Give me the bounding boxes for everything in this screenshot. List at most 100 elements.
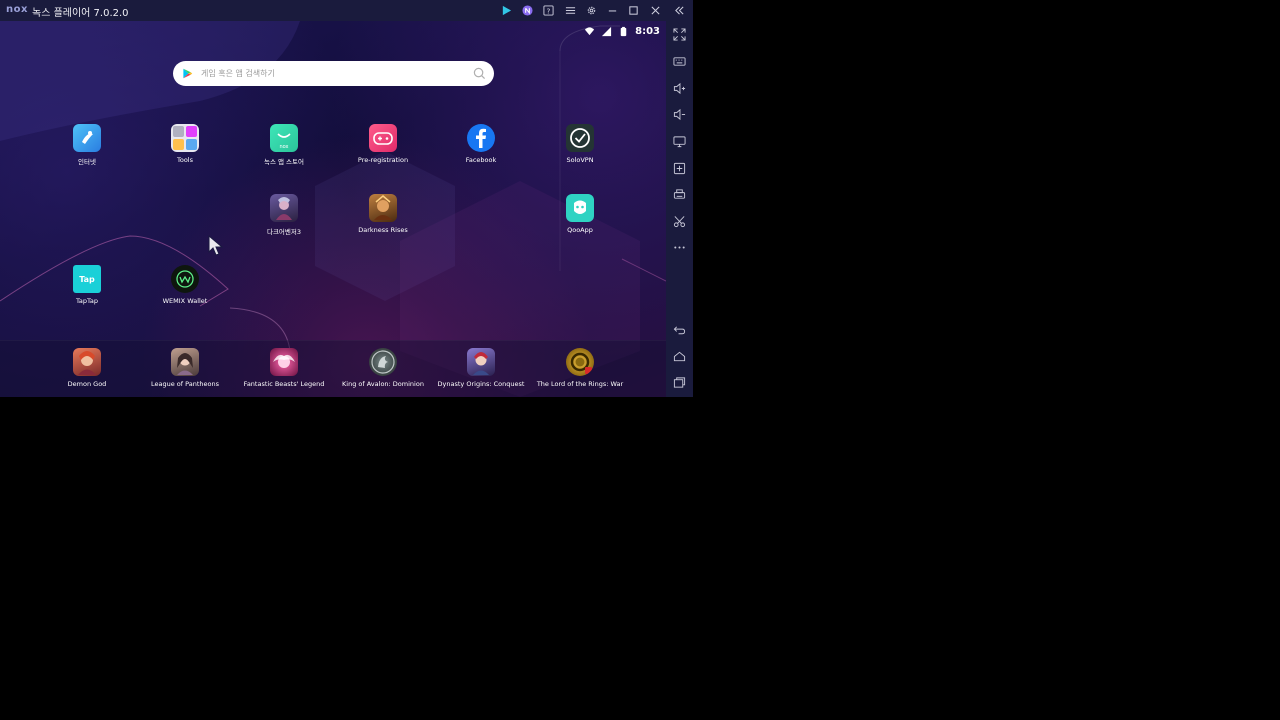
- help-button[interactable]: ?: [541, 3, 555, 17]
- home-button[interactable]: [672, 349, 687, 364]
- back-arrow-icon: [673, 326, 686, 335]
- volume-down-button[interactable]: [672, 107, 687, 122]
- google-play-icon: [183, 68, 193, 79]
- install-button[interactable]: [672, 187, 687, 202]
- app-tools[interactable]: Tools: [137, 124, 233, 174]
- emulator-sidebar: [666, 21, 693, 397]
- close-icon: [650, 5, 660, 15]
- nox-player-window: nox 녹스 플레이어 7.0.2.0 ? 8:03 게임 혹은 앱 검색하기 …: [0, 0, 693, 397]
- king-of-avalon-icon: [369, 348, 397, 376]
- close-button[interactable]: [648, 3, 662, 17]
- add-apk-button[interactable]: [672, 161, 687, 176]
- printer-icon: [673, 189, 686, 199]
- app-label: Pre-registration: [357, 156, 409, 164]
- window-title: 녹스 플레이어 7.0.2.0: [32, 8, 129, 19]
- app-label: QooApp: [567, 226, 593, 234]
- clock: 8:03: [635, 25, 660, 37]
- app-label: 녹스 앱 스토어: [263, 158, 304, 166]
- battery-icon: [620, 26, 627, 36]
- maximize-button[interactable]: [626, 3, 640, 17]
- volume-down-icon: [673, 108, 686, 121]
- minimize-button[interactable]: [605, 3, 619, 17]
- app-dynasty-origins[interactable]: Dynasty Origins: Conquest: [433, 348, 529, 397]
- monitor-icon: [673, 136, 686, 148]
- android-home-screen[interactable]: 8:03 인터넷 Tools: [0, 21, 666, 397]
- collapse-sidebar-button[interactable]: [672, 3, 686, 17]
- app-demon-god[interactable]: Demon God: [39, 348, 135, 397]
- svg-text:?: ?: [546, 6, 550, 15]
- app-lord-of-the-rings-war[interactable]: The Lord of the Rings: War: [532, 348, 628, 397]
- help-icon: ?: [542, 4, 554, 16]
- app-label: Demon God: [67, 380, 107, 388]
- demon-god-icon: [73, 348, 101, 376]
- fullscreen-button[interactable]: [672, 27, 687, 42]
- app-qooapp[interactable]: QooApp: [532, 194, 628, 244]
- app-taptap[interactable]: Tap TapTap: [39, 265, 135, 315]
- settings-button[interactable]: [584, 3, 598, 17]
- league-of-pantheons-icon: [171, 348, 199, 376]
- fullscreen-icon: [673, 28, 686, 41]
- lord-of-the-rings-icon: [566, 348, 594, 376]
- screen-display-button[interactable]: [672, 134, 687, 149]
- minimize-icon: [608, 9, 616, 11]
- svg-text:nox: nox: [279, 144, 288, 150]
- app-label: Tools: [176, 156, 193, 164]
- gamepad-icon: [369, 124, 397, 152]
- wifi-icon: [585, 26, 595, 35]
- mouse-cursor-icon: [208, 235, 224, 256]
- maximize-icon: [628, 5, 638, 15]
- menu-icon: [565, 6, 575, 14]
- app-dark-avenger-3[interactable]: 다크어벤저3: [236, 194, 332, 244]
- search-icon[interactable]: [473, 67, 486, 80]
- app-label: Facebook: [465, 156, 497, 164]
- fantastic-beasts-legend-icon: [270, 348, 298, 376]
- nox-app-store-icon: nox: [270, 124, 298, 152]
- app-pre-registration[interactable]: Pre-registration: [335, 124, 431, 174]
- app-label: The Lord of the Rings: War: [536, 380, 624, 388]
- search-input[interactable]: [201, 65, 451, 81]
- recent-apps-button[interactable]: [672, 375, 687, 390]
- app-king-of-avalon[interactable]: King of Avalon: Dominion: [335, 348, 431, 397]
- app-dock: Demon God League of Pantheons Fantastic …: [0, 340, 666, 397]
- app-facebook[interactable]: Facebook: [433, 124, 529, 174]
- double-chevron-left-icon: [674, 5, 684, 15]
- app-label: WEMIX Wallet: [162, 297, 208, 305]
- app-label: Darkness Rises: [358, 226, 408, 234]
- app-nox-app-store[interactable]: nox 녹스 앱 스토어: [236, 124, 332, 174]
- app-fantastic-beasts-legend[interactable]: Fantastic Beasts' Legend: [236, 348, 332, 397]
- app-wemix-wallet[interactable]: WEMIX Wallet: [137, 265, 233, 315]
- screenshot-button[interactable]: [672, 214, 687, 229]
- internet-icon: [73, 124, 101, 152]
- app-label: 다크어벤저3: [266, 228, 302, 236]
- app-label: SoloVPN: [566, 156, 594, 164]
- dynasty-origins-icon: [467, 348, 495, 376]
- signal-icon: [602, 26, 612, 36]
- app-label: TapTap: [75, 297, 98, 305]
- recent-apps-icon: [673, 377, 686, 388]
- keyboard-button[interactable]: [672, 54, 687, 69]
- more-dots-icon: [674, 246, 685, 249]
- app-internet[interactable]: 인터넷: [39, 124, 135, 174]
- app-solovpn[interactable]: SoloVPN: [532, 124, 628, 174]
- multi-instance-button[interactable]: [520, 3, 534, 17]
- volume-up-button[interactable]: [672, 81, 687, 96]
- svg-text:Tap: Tap: [79, 275, 95, 284]
- menu-button[interactable]: [563, 3, 577, 17]
- app-label: Fantastic Beasts' Legend: [243, 380, 325, 388]
- android-status-bar: 8:03: [584, 24, 660, 38]
- back-button[interactable]: [672, 323, 687, 338]
- app-darkness-rises[interactable]: Darkness Rises: [335, 194, 431, 244]
- facebook-icon: [467, 124, 495, 152]
- more-button[interactable]: [672, 240, 687, 255]
- search-bar[interactable]: [173, 61, 494, 86]
- play-store-button[interactable]: [499, 3, 513, 17]
- app-league-of-pantheons[interactable]: League of Pantheons: [137, 348, 233, 397]
- title-bar[interactable]: nox 녹스 플레이어 7.0.2.0 ?: [0, 0, 693, 21]
- nox-logo: nox: [6, 4, 28, 15]
- wemix-wallet-icon: [171, 265, 199, 293]
- dark-avenger-3-icon: [270, 194, 298, 222]
- qooapp-icon: [566, 194, 594, 222]
- gear-icon: [587, 6, 595, 14]
- tools-icon: [171, 124, 199, 152]
- keyboard-icon: [673, 57, 686, 66]
